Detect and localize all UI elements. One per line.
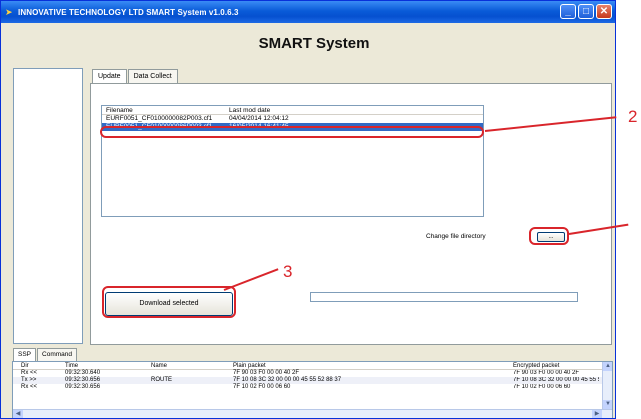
log-tabs: SSP Command bbox=[13, 348, 78, 361]
main-window: ➤ INNOVATIVE TECHNOLOGY LTD SMART System… bbox=[0, 0, 616, 419]
callout-number-3: 3 bbox=[283, 262, 293, 281]
column-header-filename[interactable]: Filename bbox=[102, 106, 225, 114]
log-name bbox=[147, 370, 229, 377]
minimize-button[interactable]: _ bbox=[560, 4, 576, 19]
change-directory-label: Change file directory bbox=[426, 233, 486, 240]
scroll-left-icon[interactable]: ◀ bbox=[13, 410, 23, 418]
maximize-button[interactable]: □ bbox=[578, 4, 594, 19]
title-bar[interactable]: ➤ INNOVATIVE TECHNOLOGY LTD SMART System… bbox=[1, 1, 615, 23]
log-dir: Rx << bbox=[21, 370, 38, 376]
file-list[interactable]: Filename Last mod date EURF0051_CF010000… bbox=[101, 105, 484, 217]
window-title: INNOVATIVE TECHNOLOGY LTD SMART System v… bbox=[18, 7, 239, 17]
log-header-name[interactable]: Name bbox=[147, 362, 229, 369]
log-header: Dir Time Name Plain packet Encrypted pac… bbox=[13, 362, 612, 370]
download-progress-bar bbox=[310, 292, 578, 302]
left-side-panel bbox=[13, 68, 83, 344]
log-name bbox=[147, 384, 229, 391]
log-dir: Tx >> bbox=[21, 377, 37, 383]
log-header-dir[interactable]: Dir bbox=[13, 362, 59, 369]
log-plain: 7F 10 08 3C 32 00 00 00 45 55 52 88 37 bbox=[233, 377, 342, 383]
callout-number-2: 2 bbox=[628, 107, 638, 126]
log-header-encrypted[interactable]: Encrypted packet bbox=[509, 362, 599, 369]
column-header-date[interactable]: Last mod date bbox=[225, 106, 270, 114]
log-dir: Rx << bbox=[21, 384, 38, 390]
log-time: 09:32:30.640 bbox=[65, 370, 101, 376]
scroll-down-icon[interactable]: ▼ bbox=[603, 400, 612, 409]
log-horizontal-scrollbar[interactable]: ◀ ▶ bbox=[13, 409, 612, 418]
packet-log[interactable]: Dir Time Name Plain packet Encrypted pac… bbox=[12, 361, 613, 418]
log-name: ROUTE bbox=[151, 377, 172, 383]
log-encrypted: 7F 10 02 F0 00 06 60 bbox=[513, 384, 571, 390]
tab-command[interactable]: Command bbox=[37, 348, 77, 361]
log-row[interactable]: Rx << 09:32:30.640 7F 90 03 F0 00 00 40 … bbox=[13, 370, 612, 377]
file-date: 04/04/2014 12:04:12 bbox=[229, 115, 289, 122]
log-row[interactable]: Tx >> 09:32:30.656 ROUTE 7F 10 08 3C 32 … bbox=[13, 377, 612, 384]
log-time: 09:32:30.656 bbox=[65, 377, 101, 383]
window-controls: _ □ ✕ bbox=[560, 4, 612, 19]
app-logo-icon: ➤ bbox=[5, 7, 13, 17]
log-header-time[interactable]: Time bbox=[59, 362, 147, 369]
page-title: SMART System bbox=[258, 34, 370, 52]
tab-ssp[interactable]: SSP bbox=[13, 348, 37, 361]
log-time: 09:32:30.656 bbox=[65, 384, 101, 390]
log-header-plain[interactable]: Plain packet bbox=[229, 362, 509, 369]
log-plain: 7F 90 03 F0 00 00 40 2F bbox=[233, 370, 300, 376]
tab-data-collect[interactable]: Data Collect bbox=[127, 69, 178, 84]
highlight-browse-button bbox=[529, 227, 569, 245]
highlight-selected-file bbox=[100, 126, 484, 138]
close-button[interactable]: ✕ bbox=[596, 4, 612, 19]
scroll-right-icon[interactable]: ▶ bbox=[592, 410, 602, 418]
log-encrypted: 7F 10 08 3C 32 00 00 00 45 55 52 88 37 bbox=[513, 377, 599, 383]
file-name: EURF0051_CF0100000082P003.cf1 bbox=[106, 115, 213, 122]
log-row[interactable]: Rx << 09:32:30.656 7F 10 02 F0 00 06 60 … bbox=[13, 384, 612, 391]
scroll-up-icon[interactable]: ▲ bbox=[603, 362, 612, 371]
log-encrypted: 7F 90 03 F0 00 00 40 2F bbox=[513, 370, 580, 376]
header-band: SMART System bbox=[1, 23, 615, 63]
file-row[interactable]: EURF0051_CF0100000082P003.cf1 04/04/2014… bbox=[102, 115, 483, 123]
highlight-download-button bbox=[102, 286, 236, 318]
file-list-header: Filename Last mod date bbox=[102, 106, 483, 115]
log-plain: 7F 10 02 F0 00 06 60 bbox=[233, 384, 291, 390]
main-tabs: Update Data Collect bbox=[92, 69, 179, 85]
